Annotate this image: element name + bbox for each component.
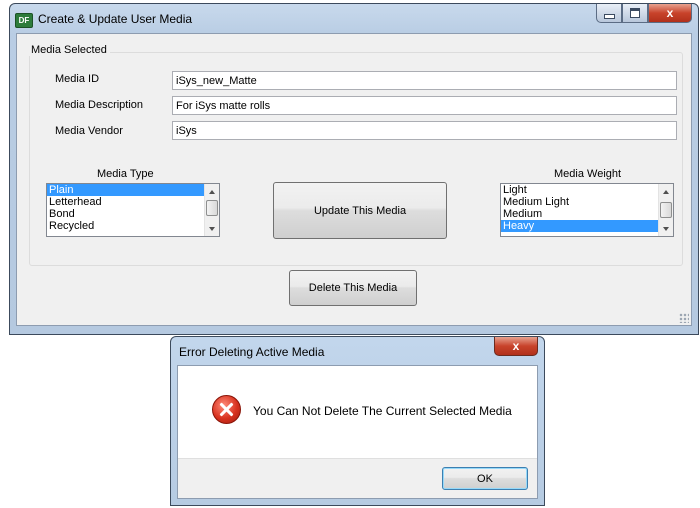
media-description-label: Media Description xyxy=(55,99,144,111)
dialog-footer: OK xyxy=(178,458,537,498)
list-item[interactable]: Plain xyxy=(47,184,219,196)
media-id-field[interactable]: iSys_new_Matte xyxy=(172,71,677,90)
list-item[interactable]: Bond xyxy=(47,208,219,220)
media-type-scrollbar[interactable] xyxy=(204,184,219,236)
main-title-bar[interactable]: DF Create & Update User Media x xyxy=(10,4,698,32)
media-weight-label: Media Weight xyxy=(554,168,622,180)
media-type-label: Media Type xyxy=(97,168,154,180)
dialog-title: Error Deleting Active Media xyxy=(179,345,325,359)
window-title: Create & Update User Media xyxy=(38,12,193,26)
update-media-button[interactable]: Update This Media xyxy=(273,182,447,239)
dialog-close-button[interactable]: x xyxy=(494,337,538,356)
close-button[interactable]: x xyxy=(648,4,692,23)
media-selected-legend: Media Selected xyxy=(28,44,110,56)
close-icon: x xyxy=(666,6,674,20)
delete-media-button[interactable]: Delete This Media xyxy=(289,270,417,306)
scroll-down-arrow-icon[interactable] xyxy=(209,227,215,231)
main-window: DF Create & Update User Media x Media Se… xyxy=(9,3,699,335)
media-weight-scrollbar[interactable] xyxy=(658,184,673,236)
minimize-icon xyxy=(603,14,615,19)
scroll-up-arrow-icon[interactable] xyxy=(209,190,215,194)
scroll-up-arrow-icon[interactable] xyxy=(663,190,669,194)
list-item[interactable]: Heavy xyxy=(501,220,673,232)
list-item[interactable]: Recycled xyxy=(47,220,219,232)
media-id-label: Media ID xyxy=(55,73,100,85)
error-icon xyxy=(212,395,241,424)
maximize-icon xyxy=(630,8,640,18)
media-weight-list[interactable]: Light Medium Light Medium Heavy xyxy=(500,183,674,237)
dialog-message: You Can Not Delete The Current Selected … xyxy=(253,404,512,418)
media-vendor-field[interactable]: iSys xyxy=(172,121,677,140)
media-description-field[interactable]: For iSys matte rolls xyxy=(172,96,677,115)
list-item[interactable]: Medium Light xyxy=(501,196,673,208)
app-icon: DF xyxy=(15,13,33,28)
maximize-button[interactable] xyxy=(622,4,648,23)
media-type-list[interactable]: Plain Letterhead Bond Recycled xyxy=(46,183,220,237)
list-item[interactable]: Medium xyxy=(501,208,673,220)
dialog-body: You Can Not Delete The Current Selected … xyxy=(177,365,538,499)
list-item[interactable]: Letterhead xyxy=(47,196,219,208)
list-item[interactable]: Light xyxy=(501,184,673,196)
ok-button[interactable]: OK xyxy=(442,467,528,490)
media-vendor-label: Media Vendor xyxy=(55,125,123,137)
scroll-thumb[interactable] xyxy=(660,202,672,218)
scroll-down-arrow-icon[interactable] xyxy=(663,227,669,231)
resize-grip-icon[interactable] xyxy=(679,313,689,323)
main-client-area: Media Selected Media ID iSys_new_Matte M… xyxy=(16,33,692,326)
caption-buttons: x xyxy=(596,4,692,24)
scroll-thumb[interactable] xyxy=(206,200,218,216)
minimize-button[interactable] xyxy=(596,4,622,23)
close-icon: x xyxy=(512,339,520,353)
error-dialog: Error Deleting Active Media x You Can No… xyxy=(170,336,545,506)
